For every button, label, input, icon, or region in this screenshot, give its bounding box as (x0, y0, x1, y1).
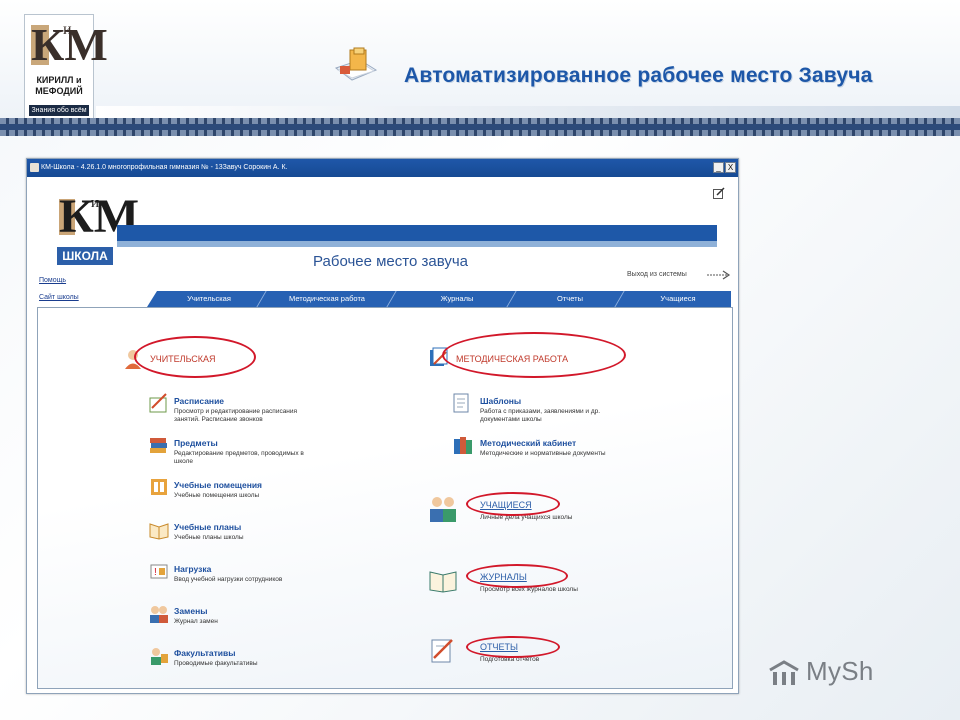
svg-text:!: ! (154, 567, 157, 578)
schedule-icon (149, 393, 167, 413)
logo-school-label: ШКОЛА (57, 247, 113, 265)
workload-link[interactable]: Нагрузка (174, 564, 211, 574)
logo-letter-small: и (91, 195, 100, 211)
subjects-link[interactable]: Предметы (174, 438, 218, 448)
content-panel: УЧИТЕЛЬСКАЯ Расписание Просмотр и редакт… (37, 307, 733, 689)
logo-letter-small: и (63, 21, 72, 38)
header-gradient (96, 106, 960, 118)
help-link[interactable]: Помощь (39, 277, 66, 284)
journals-icon (429, 571, 457, 593)
header-band (117, 225, 717, 241)
rooms-icon (151, 479, 167, 495)
logo-name: КИРИЛЛ и МЕФОДИЙ (35, 75, 83, 96)
tab-students[interactable]: Учащиеся (625, 291, 731, 307)
highlight-oval (466, 492, 560, 516)
tab-reports[interactable]: Отчеты (517, 291, 623, 307)
mysh-watermark: MySh (806, 656, 874, 686)
books-icon (334, 47, 378, 81)
substitutions-icon (150, 606, 168, 623)
slide-title: Автоматизированное рабочее место Завуча (404, 64, 873, 87)
kirill-mefodiy-logo: КМ и КИРИЛЛ и МЕФОДИЙ Знания обо всём (24, 14, 108, 120)
main-tabs: Учительская Методическая работа Журналы … (147, 291, 731, 307)
substitutions-link[interactable]: Замены (174, 606, 207, 616)
slide-header (0, 0, 960, 118)
plans-icon (149, 523, 169, 540)
window-title: КМ-Школа - 4.26.1.0 многопрофильная гимн… (41, 164, 288, 171)
app-window: КМ-Школа - 4.26.1.0 многопрофильная гимн… (26, 158, 739, 694)
highlight-oval (134, 336, 256, 378)
schedule-link[interactable]: Расписание (174, 396, 224, 406)
logo-slogan: Знания обо всём (29, 105, 89, 116)
electives-icon (151, 648, 168, 665)
mysh-logo-icon (769, 660, 799, 685)
header-band-light (117, 241, 717, 247)
highlight-oval (466, 636, 560, 658)
school-site-link[interactable]: Сайт школы (39, 294, 79, 301)
students-icon (430, 497, 456, 522)
method-cabinet-desc: Методические и нормативные документы (480, 450, 606, 457)
substitutions-desc: Журнал замен (174, 618, 218, 625)
edit-icon[interactable] (713, 187, 725, 199)
templates-icon (453, 393, 469, 413)
tab-journals[interactable]: Журналы (397, 291, 517, 307)
logout-link[interactable]: Выход из системы (627, 271, 687, 278)
logo-letters: КМ (31, 19, 108, 70)
page-title: Рабочее место завуча (313, 253, 469, 270)
workload-icon: ! (150, 564, 168, 579)
rooms-link[interactable]: Учебные помещения (174, 480, 262, 490)
subjects-desc: Редактирование предметов, проводимых в ш… (174, 450, 304, 465)
window-titlebar[interactable]: КМ-Школа - 4.26.1.0 многопрофильная гимн… (27, 159, 738, 177)
plans-link[interactable]: Учебные планы (174, 522, 241, 532)
close-button[interactable]: X (725, 162, 736, 173)
tab-method[interactable]: Методическая работа (265, 291, 389, 307)
plans-desc: Учебные планы школы (174, 534, 244, 541)
app-icon (30, 163, 39, 172)
km-school-logo: КМ и ШКОЛА (57, 191, 139, 267)
method-cabinet-icon (454, 437, 472, 454)
electives-desc: Проводимые факультативы (174, 660, 258, 667)
reports-icon (431, 639, 453, 663)
highlight-oval (466, 564, 568, 588)
electives-link[interactable]: Факультативы (174, 648, 236, 658)
minimize-button[interactable]: _ (713, 162, 724, 173)
arrow-right-icon[interactable] (707, 270, 731, 280)
templates-desc: Работа с приказами, заявлениями и др. до… (480, 408, 601, 423)
method-cabinet-link[interactable]: Методический кабинет (480, 438, 576, 448)
schedule-desc: Просмотр и редактирование расписания зан… (174, 408, 298, 423)
subjects-icon (150, 438, 167, 453)
rooms-desc: Учебные помещения школы (174, 492, 260, 499)
templates-link[interactable]: Шаблоны (480, 396, 521, 406)
tab-teachers[interactable]: Учительская (161, 291, 257, 307)
highlight-oval (442, 332, 626, 378)
header-stripe (0, 118, 960, 136)
workload-desc: Ввод учебной нагрузки сотрудников (174, 576, 283, 583)
